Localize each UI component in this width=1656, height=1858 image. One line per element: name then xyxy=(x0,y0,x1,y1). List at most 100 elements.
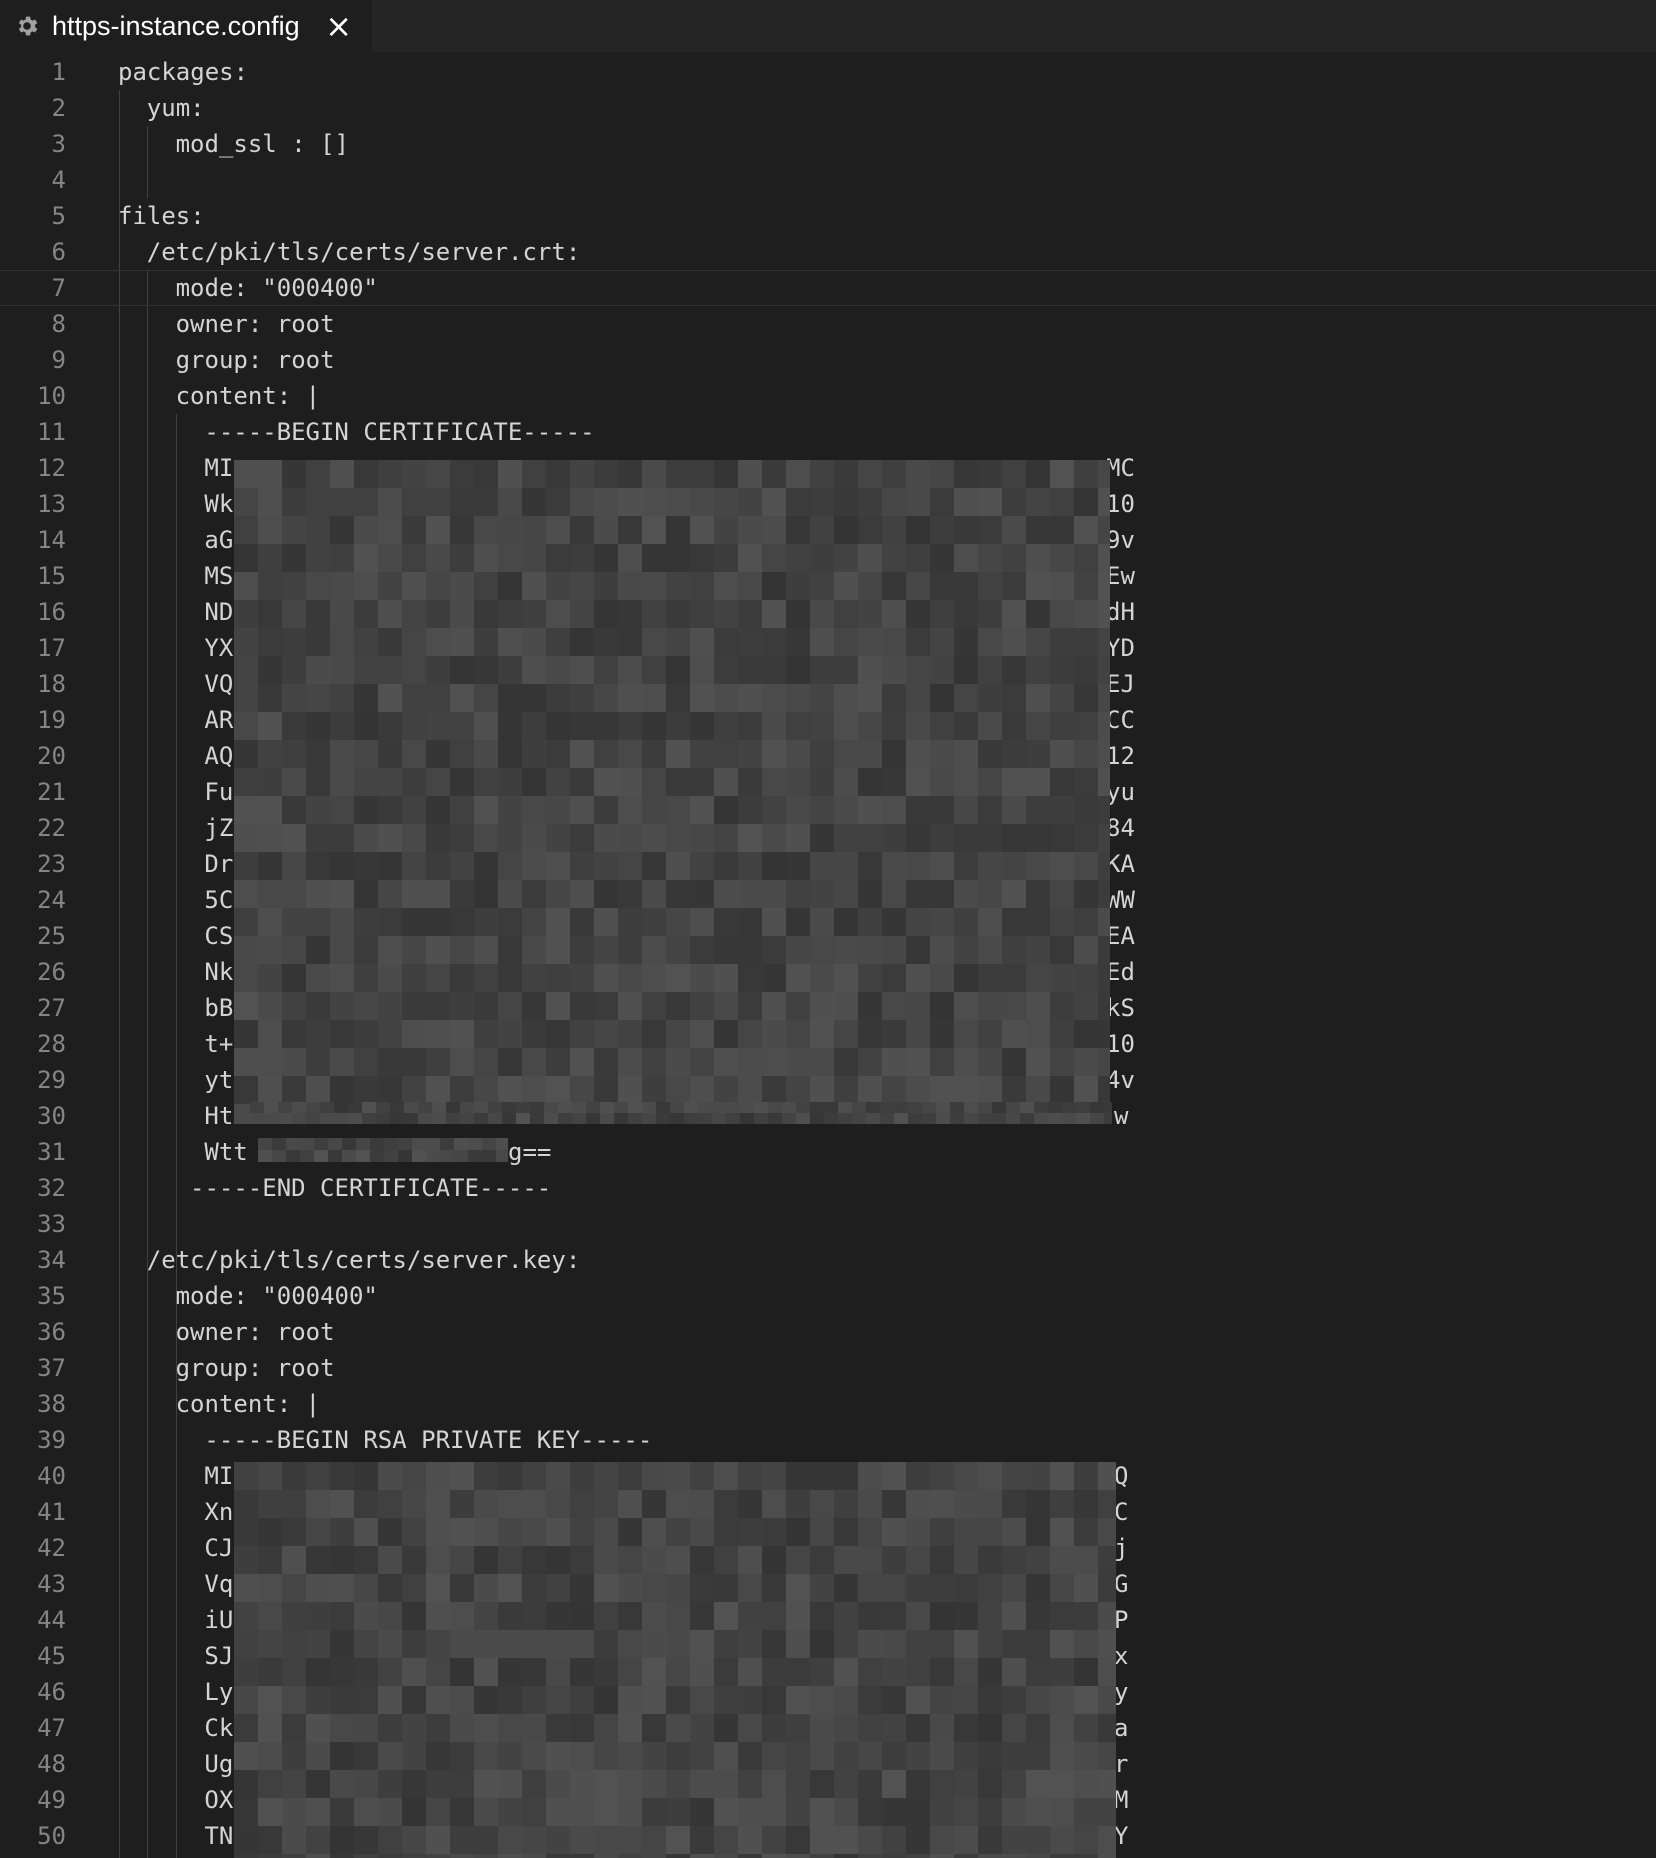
code-text: iU xyxy=(204,1606,234,1634)
code-text-visible-tail: r xyxy=(1114,1750,1129,1778)
code-text: 5C xyxy=(204,886,234,914)
line-number: 4 xyxy=(51,166,66,194)
pixelation-pattern xyxy=(250,1102,1112,1124)
line-number: 29 xyxy=(37,1066,66,1094)
code-text-visible-tail: j xyxy=(1114,1534,1129,1562)
line-number: 42 xyxy=(37,1534,66,1562)
code-line[interactable]: 7 mode: "000400" xyxy=(0,270,1656,306)
line-number: 50 xyxy=(37,1822,66,1850)
line-number: 6 xyxy=(51,238,66,266)
code-line[interactable]: 6/etc/pki/tls/certs/server.crt: xyxy=(0,234,1656,270)
code-line[interactable]: 8 owner: root xyxy=(0,306,1656,342)
code-line[interactable]: 38 content: | xyxy=(0,1386,1656,1422)
code-text-visible-tail: M xyxy=(1114,1786,1129,1814)
tab-https-instance-config[interactable]: https-instance.config × xyxy=(0,0,372,52)
code-text: /etc/pki/tls/certs/server.key: xyxy=(146,1246,581,1274)
line-number: 37 xyxy=(37,1354,66,1382)
redacted-private-key-block xyxy=(234,1462,1116,1858)
line-number: 17 xyxy=(37,634,66,662)
code-text: SJ xyxy=(204,1642,234,1670)
line-number: 19 xyxy=(37,706,66,734)
code-text: Ug xyxy=(204,1750,234,1778)
code-line[interactable]: 10 content: | xyxy=(0,378,1656,414)
code-text: Ht xyxy=(204,1102,234,1130)
code-line[interactable]: 34/etc/pki/tls/certs/server.key: xyxy=(0,1242,1656,1278)
code-text: Xn xyxy=(204,1498,234,1526)
code-line[interactable]: 32 -----END CERTIFICATE----- xyxy=(0,1170,1656,1206)
code-text: mod_ssl : [] xyxy=(175,130,349,158)
code-line[interactable]: 36 owner: root xyxy=(0,1314,1656,1350)
line-number: 25 xyxy=(37,922,66,950)
code-text: YX xyxy=(204,634,234,662)
code-text: mode: "000400" xyxy=(175,274,378,302)
code-line[interactable]: 33 xyxy=(0,1206,1656,1242)
code-line[interactable]: 5 files: xyxy=(0,198,1656,234)
code-text: group: root xyxy=(175,346,335,374)
code-text-visible-tail: G xyxy=(1114,1570,1129,1598)
line-number: 49 xyxy=(37,1786,66,1814)
code-text-visible-tail: MC xyxy=(1106,454,1135,482)
code-text: Vq xyxy=(204,1570,234,1598)
code-text-visible-tail: g== xyxy=(508,1138,552,1166)
line-number: 34 xyxy=(37,1246,66,1274)
line-number: 43 xyxy=(37,1570,66,1598)
line-number: 28 xyxy=(37,1030,66,1058)
code-text-visible-tail: dH xyxy=(1106,598,1135,626)
close-icon[interactable]: × xyxy=(325,8,352,44)
code-text: Nk xyxy=(204,958,234,986)
code-text: jZ xyxy=(204,814,234,842)
code-text: Ly xyxy=(204,1678,234,1706)
code-text: -----END CERTIFICATE----- xyxy=(190,1174,552,1202)
code-text: CJ xyxy=(204,1534,234,1562)
code-text-visible-tail: C xyxy=(1114,1498,1129,1526)
redacted-certificate-last-line xyxy=(258,1138,508,1162)
line-number: 21 xyxy=(37,778,66,806)
pixelation-pattern xyxy=(258,1138,508,1162)
code-text: AQ xyxy=(204,742,234,770)
code-text-visible-tail: 12 xyxy=(1106,742,1135,770)
code-line[interactable]: 35 mode: "000400" xyxy=(0,1278,1656,1314)
line-number: 12 xyxy=(37,454,66,482)
code-line[interactable]: 9 group: root xyxy=(0,342,1656,378)
line-number: 3 xyxy=(51,130,66,158)
line-number: 22 xyxy=(37,814,66,842)
line-number: 23 xyxy=(37,850,66,878)
code-text: yum: xyxy=(146,94,205,122)
code-line[interactable]: 4 xyxy=(0,162,1656,198)
code-line[interactable]: 37 group: root xyxy=(0,1350,1656,1386)
line-number: 32 xyxy=(37,1174,66,1202)
code-text: mode: "000400" xyxy=(175,1282,378,1310)
line-number: 38 xyxy=(37,1390,66,1418)
code-text-visible-tail: Ew xyxy=(1106,562,1135,590)
line-number: 24 xyxy=(37,886,66,914)
line-number: 40 xyxy=(37,1462,66,1490)
code-text-visible-tail: YD xyxy=(1106,634,1135,662)
code-text: Wk xyxy=(204,490,234,518)
line-number: 14 xyxy=(37,526,66,554)
code-line[interactable]: 11 -----BEGIN CERTIFICATE----- xyxy=(0,414,1656,450)
code-line[interactable]: 39 -----BEGIN RSA PRIVATE KEY----- xyxy=(0,1422,1656,1458)
line-number: 10 xyxy=(37,382,66,410)
line-number: 18 xyxy=(37,670,66,698)
code-text: -----BEGIN RSA PRIVATE KEY----- xyxy=(204,1426,653,1454)
code-text: AR xyxy=(204,706,234,734)
code-text-visible-tail: EA xyxy=(1106,922,1135,950)
line-number: 30 xyxy=(37,1102,66,1130)
line-number: 44 xyxy=(37,1606,66,1634)
line-number: 41 xyxy=(37,1498,66,1526)
code-line[interactable]: 31 Wtt g== xyxy=(0,1134,1656,1170)
code-text: files: xyxy=(118,202,205,230)
code-text: owner: root xyxy=(175,310,335,338)
line-number: 39 xyxy=(37,1426,66,1454)
line-number: 2 xyxy=(51,94,66,122)
pixelation-pattern xyxy=(234,460,1110,1124)
line-number: 26 xyxy=(37,958,66,986)
code-text: content: | xyxy=(175,382,321,410)
line-number: 33 xyxy=(37,1210,66,1238)
code-line[interactable]: 1 packages: xyxy=(0,54,1656,90)
code-line[interactable]: 2 yum: xyxy=(0,90,1656,126)
redacted-certificate-tail xyxy=(250,1102,1112,1124)
code-line[interactable]: 3 mod_ssl : [] xyxy=(0,126,1656,162)
line-number: 48 xyxy=(37,1750,66,1778)
line-number: 8 xyxy=(51,310,66,338)
